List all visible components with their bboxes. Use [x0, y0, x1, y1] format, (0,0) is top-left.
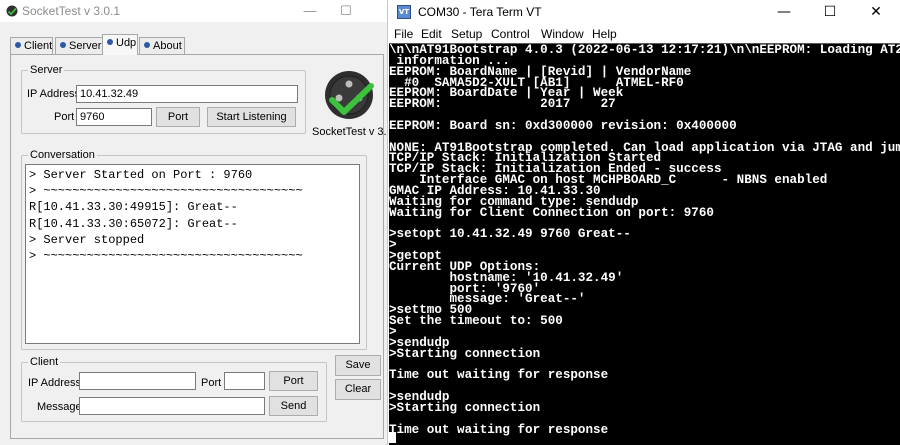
server-port-label: Port [54, 111, 75, 123]
tab-label: Client [24, 40, 53, 52]
maximize-icon[interactable]: ☐ [326, 0, 366, 22]
conversation-line: > Server Started on Port : 9760 [29, 168, 253, 182]
terminal-line: Time out waiting for response [389, 368, 609, 383]
menu-setup[interactable]: Setup [451, 27, 482, 41]
terminal-line: Time out waiting for response [389, 422, 609, 437]
tab-client-icon [15, 42, 21, 48]
teraterm-window: VT COM30 - Tera Term VT — ☐ ✕ File Edit … [389, 0, 900, 445]
conversation-line: > ~~~~~~~~~~~~~~~~~~~~~~~~~~~~~~~~~~~~ [29, 249, 303, 264]
tab-about-icon [144, 42, 150, 48]
tab-label: Udp [116, 37, 137, 49]
conversation-line: R[10.41.33.30:65072]: Great-- [29, 216, 238, 231]
terminal-line: EEPROM: 2017 27 [389, 97, 616, 112]
menu-control[interactable]: Control [491, 27, 530, 41]
minimize-icon[interactable]: — [761, 0, 807, 24]
conversation-textarea[interactable]: > Server Started on Port : 9760 > ~~~~~~… [25, 164, 360, 344]
terminal-line: >Starting connection [389, 346, 541, 361]
server-port-button[interactable]: Port [156, 107, 200, 127]
sockettest-titlebar[interactable]: SocketTest v 3.0.1 — ☐ [0, 0, 387, 22]
terminal-line: Waiting for Client Connection on port: 9… [389, 205, 714, 220]
tab-udp[interactable]: Udp [102, 34, 138, 55]
tab-label: Server [69, 40, 102, 52]
tab-about[interactable]: About [139, 37, 185, 54]
sockettest-logo-icon [325, 71, 374, 119]
menu-bar: File Edit Setup Control Window Help [389, 24, 900, 43]
client-ip-label: IP Address [28, 377, 81, 389]
terminal-line: >Starting connection [389, 400, 541, 415]
logo-caption: SocketTest v 3.0 [312, 126, 388, 138]
message-label: Message [37, 401, 82, 413]
clear-button[interactable]: Clear [335, 379, 381, 400]
window-title: COM30 - Tera Term VT [418, 5, 542, 19]
server-port-input[interactable]: 9760 [76, 108, 152, 126]
app-icon [6, 5, 18, 17]
menu-file[interactable]: File [394, 27, 413, 41]
menu-help[interactable]: Help [592, 27, 617, 41]
teraterm-titlebar[interactable]: VT COM30 - Tera Term VT — ☐ ✕ [389, 0, 900, 24]
tab-client[interactable]: Client [10, 37, 53, 54]
menu-window[interactable]: Window [541, 27, 584, 41]
teraterm-app-icon: VT [397, 5, 411, 19]
save-button[interactable]: Save [335, 355, 381, 376]
start-listening-button[interactable]: Start Listening [207, 107, 296, 127]
tab-label: About [153, 40, 182, 52]
terminal-screen[interactable]: \n\nAT91Bootstrap 4.0.3 (2022-06-13 12:1… [389, 43, 900, 445]
conversation-group-label: Conversation [28, 149, 97, 161]
terminal-line: EEPROM: Board sn: 0xd300000 revision: 0x… [389, 118, 737, 133]
window-title: SocketTest v 3.0.1 [22, 4, 121, 18]
minimize-icon[interactable]: — [290, 0, 330, 22]
message-input[interactable] [79, 397, 265, 415]
server-ip-label: IP Address [27, 88, 80, 100]
server-ip-input[interactable]: 10.41.32.49 [76, 85, 298, 103]
close-icon[interactable]: ✕ [853, 0, 899, 24]
terminal-line: > [389, 238, 397, 253]
client-port-label: Port [201, 377, 222, 389]
client-port-input[interactable] [224, 372, 265, 390]
tab-server-icon [60, 42, 66, 48]
send-button[interactable]: Send [269, 396, 318, 416]
terminal-output: \n\nAT91Bootstrap 4.0.3 (2022-06-13 12:1… [389, 44, 900, 437]
conversation-line: R[10.41.33.30:49915]: Great-- [29, 200, 238, 215]
client-port-button[interactable]: Port [269, 371, 318, 391]
sockettest-window: SocketTest v 3.0.1 — ☐ Client Server Udp… [0, 0, 388, 445]
maximize-icon[interactable]: ☐ [807, 0, 853, 24]
terminal-line: Set the timeout to: 500 [389, 314, 563, 329]
terminal-cursor [389, 432, 396, 443]
client-ip-input[interactable] [79, 372, 196, 390]
client-group-label: Client [28, 356, 61, 368]
server-group-label: Server [28, 64, 65, 76]
tab-udp-icon [107, 39, 113, 45]
conversation-line: > ~~~~~~~~~~~~~~~~~~~~~~~~~~~~~~~~~~~~ [29, 184, 303, 199]
tab-server[interactable]: Server [55, 37, 103, 54]
terminal-line: >setopt 10.41.32.49 9760 Great-- [389, 227, 631, 242]
terminal-line: > [389, 324, 397, 339]
conversation-line: > Server stopped [29, 232, 145, 247]
menu-edit[interactable]: Edit [421, 27, 442, 41]
